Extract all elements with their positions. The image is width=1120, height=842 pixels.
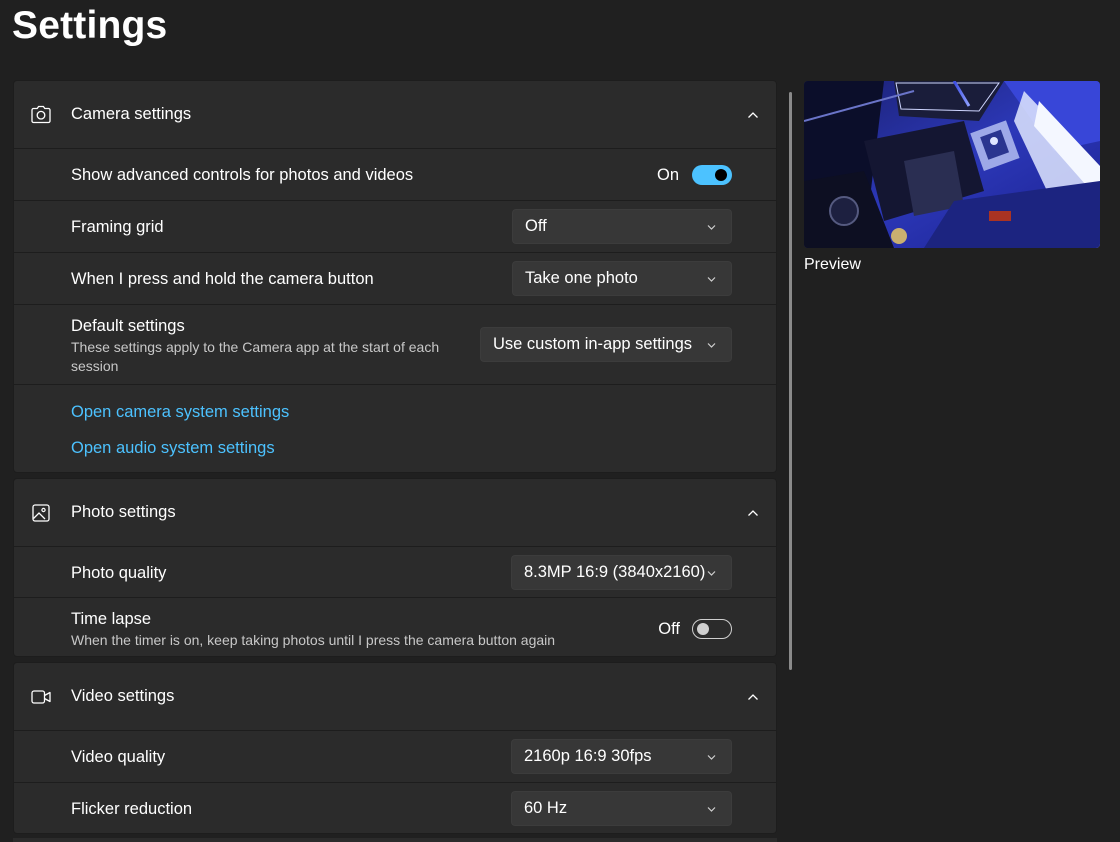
- framing-grid-value: Off: [525, 217, 547, 235]
- framing-grid-row: Framing grid Off: [14, 201, 776, 253]
- press-hold-row: When I press and hold the camera button …: [14, 253, 776, 305]
- next-panel-edge: [13, 838, 777, 842]
- vertical-scrollbar[interactable]: [789, 92, 792, 670]
- video-quality-row: Video quality 2160p 16:9 30fps: [14, 731, 776, 783]
- video-settings-header[interactable]: Video settings: [14, 663, 776, 731]
- video-quality-value: 2160p 16:9 30fps: [524, 747, 652, 765]
- photo-settings-header[interactable]: Photo settings: [14, 479, 776, 547]
- framing-grid-dropdown[interactable]: Off: [512, 209, 732, 244]
- video-quality-dropdown[interactable]: 2160p 16:9 30fps: [511, 739, 732, 774]
- chevron-down-icon: [707, 754, 716, 760]
- press-hold-label: When I press and hold the camera button: [71, 270, 374, 288]
- advanced-controls-row: Show advanced controls for photos and vi…: [14, 149, 776, 201]
- chevron-up-icon[interactable]: [746, 108, 760, 122]
- time-lapse-row: Time lapse When the timer is on, keep ta…: [14, 598, 776, 656]
- default-settings-description: These settings apply to the Camera app a…: [71, 339, 440, 374]
- camera-settings-header[interactable]: Camera settings: [14, 81, 776, 149]
- time-lapse-label: Time lapse: [71, 610, 152, 628]
- default-settings-label: Default settings: [71, 317, 185, 335]
- chevron-up-icon[interactable]: [746, 506, 760, 520]
- framing-grid-label: Framing grid: [71, 218, 164, 236]
- photo-quality-label: Photo quality: [71, 564, 167, 582]
- time-lapse-description: When the timer is on, keep taking photos…: [71, 632, 556, 648]
- flicker-reduction-value: 60 Hz: [524, 799, 568, 817]
- flicker-reduction-row: Flicker reduction 60 Hz: [14, 783, 776, 833]
- toggle-knob: [697, 623, 709, 635]
- flicker-reduction-dropdown[interactable]: 60 Hz: [511, 791, 732, 826]
- default-settings-value: Use custom in-app settings: [493, 335, 693, 353]
- default-settings-dropdown[interactable]: Use custom in-app settings: [480, 327, 732, 362]
- camera-settings-title: Camera settings: [71, 105, 192, 123]
- camera-icon: [31, 105, 51, 123]
- camera-settings-panel: Camera settings Show advanced controls f…: [13, 80, 777, 473]
- system-links-row: Open camera system settings Open audio s…: [14, 385, 776, 472]
- photo-settings-title: Photo settings: [71, 503, 176, 521]
- time-lapse-toggle[interactable]: [692, 619, 732, 639]
- video-settings-title: Video settings: [71, 687, 175, 705]
- toggle-knob: [715, 169, 727, 181]
- page-title: Settings: [12, 4, 168, 47]
- video-quality-label: Video quality: [71, 748, 166, 766]
- camera-preview-image: [804, 81, 1100, 248]
- photo-quality-dropdown[interactable]: 8.3MP 16:9 (3840x2160): [511, 555, 732, 590]
- photo-quality-value: 8.3MP 16:9 (3840x2160): [524, 563, 706, 581]
- chevron-down-icon: [707, 342, 716, 348]
- chevron-down-icon: [707, 276, 716, 282]
- open-camera-system-settings-link[interactable]: Open camera system settings: [71, 403, 289, 422]
- advanced-controls-toggle[interactable]: [692, 165, 732, 185]
- press-hold-value: Take one photo: [525, 269, 638, 287]
- preview-label: Preview: [804, 256, 861, 273]
- chevron-down-icon: [707, 806, 716, 812]
- default-settings-row: Default settings These settings apply to…: [14, 305, 776, 385]
- advanced-controls-state: On: [656, 166, 679, 184]
- flicker-reduction-label: Flicker reduction: [71, 800, 193, 818]
- press-hold-dropdown[interactable]: Take one photo: [512, 261, 732, 296]
- image-icon: [32, 503, 50, 522]
- photo-quality-row: Photo quality 8.3MP 16:9 (3840x2160): [14, 547, 776, 598]
- chevron-down-icon: [707, 570, 716, 576]
- chevron-down-icon: [707, 224, 716, 230]
- time-lapse-state: Off: [658, 620, 680, 638]
- advanced-controls-label: Show advanced controls for photos and vi…: [71, 166, 414, 184]
- video-camera-icon: [31, 689, 51, 704]
- open-audio-system-settings-link[interactable]: Open audio system settings: [71, 439, 275, 458]
- video-settings-panel: Video settings Video quality 2160p 16:9 …: [13, 662, 777, 834]
- photo-settings-panel: Photo settings Photo quality 8.3MP 16:9 …: [13, 478, 777, 657]
- chevron-up-icon[interactable]: [746, 690, 760, 704]
